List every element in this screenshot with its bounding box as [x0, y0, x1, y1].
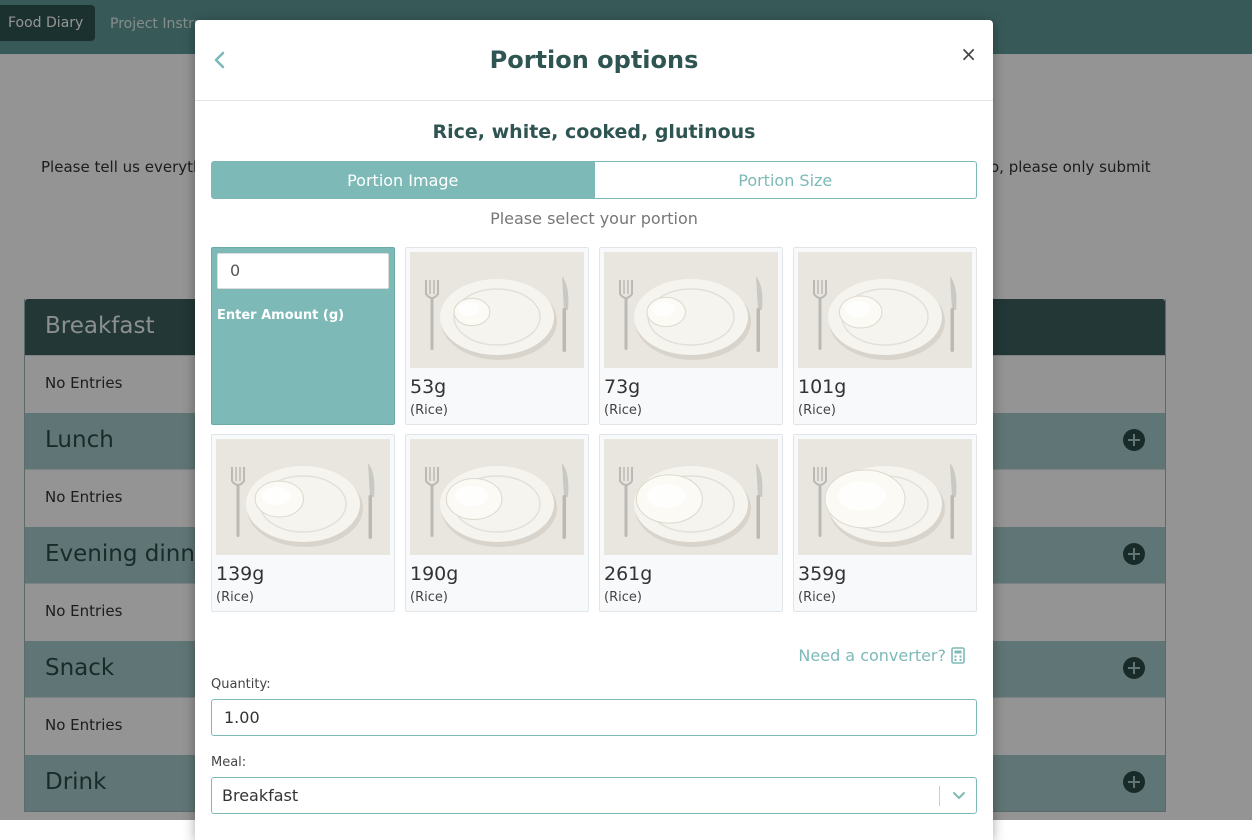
portion-options-modal: Portion options × Rice, white, cooked, g… — [195, 20, 993, 840]
portion-option-card[interactable]: 261g (Rice) — [599, 434, 783, 612]
select-separator — [939, 786, 940, 806]
amount-input[interactable]: 0 — [217, 253, 389, 289]
portion-food-label: (Rice) — [410, 590, 448, 605]
meal-select[interactable]: Breakfast — [211, 777, 977, 814]
portion-weight: 139g — [216, 563, 265, 585]
converter-link-text: Need a converter? — [798, 646, 946, 665]
rice-portion-image — [216, 439, 390, 555]
portion-option-card[interactable]: 53g (Rice) — [405, 247, 589, 425]
select-hint: Please select your portion — [490, 209, 698, 228]
portion-weight: 359g — [798, 563, 847, 585]
portion-weight: 261g — [604, 563, 653, 585]
close-icon[interactable]: × — [960, 44, 977, 64]
rice-portion-image — [410, 439, 584, 555]
tab-portion-size[interactable]: Portion Size — [594, 161, 977, 199]
chevron-down-icon[interactable] — [952, 789, 966, 803]
meal-label: Meal: — [211, 755, 247, 770]
portion-option-card[interactable]: 359g (Rice) — [793, 434, 977, 612]
amount-label: Enter Amount (g) — [217, 308, 345, 323]
quantity-input[interactable]: 1.00 — [211, 699, 977, 736]
enter-amount-card[interactable]: 0 Enter Amount (g) — [211, 247, 395, 425]
portion-tabs: Portion Image Portion Size — [211, 161, 977, 199]
portion-grid: 0 Enter Amount (g) 53g (Rice) 73g (Rice) 101… — [211, 247, 977, 612]
rice-portion-image — [410, 252, 584, 368]
portion-food-label: (Rice) — [604, 590, 642, 605]
portion-weight: 73g — [604, 376, 641, 398]
portion-option-card[interactable]: 101g (Rice) — [793, 247, 977, 425]
tab-portion-image[interactable]: Portion Image — [211, 161, 595, 199]
rice-portion-image — [798, 252, 972, 368]
portion-food-label: (Rice) — [798, 590, 836, 605]
rice-portion-image — [798, 439, 972, 555]
portion-food-label: (Rice) — [410, 403, 448, 418]
calculator-icon — [951, 647, 965, 664]
portion-weight: 190g — [410, 563, 459, 585]
converter-link[interactable]: Need a converter? — [798, 646, 965, 665]
rice-portion-image — [604, 439, 778, 555]
portion-food-label: (Rice) — [604, 403, 642, 418]
quantity-label: Quantity: — [211, 677, 271, 692]
portion-weight: 101g — [798, 376, 847, 398]
food-name: Rice, white, cooked, glutinous — [432, 121, 756, 143]
rice-portion-image — [604, 252, 778, 368]
modal-title: Portion options — [489, 46, 699, 74]
portion-option-card[interactable]: 190g (Rice) — [405, 434, 589, 612]
portion-option-card[interactable]: 139g (Rice) — [211, 434, 395, 612]
portion-food-label: (Rice) — [798, 403, 836, 418]
portion-weight: 53g — [410, 376, 447, 398]
portion-option-card[interactable]: 73g (Rice) — [599, 247, 783, 425]
meal-select-value: Breakfast — [222, 786, 299, 805]
portion-food-label: (Rice) — [216, 590, 254, 605]
modal-header: Portion options × — [195, 20, 993, 101]
